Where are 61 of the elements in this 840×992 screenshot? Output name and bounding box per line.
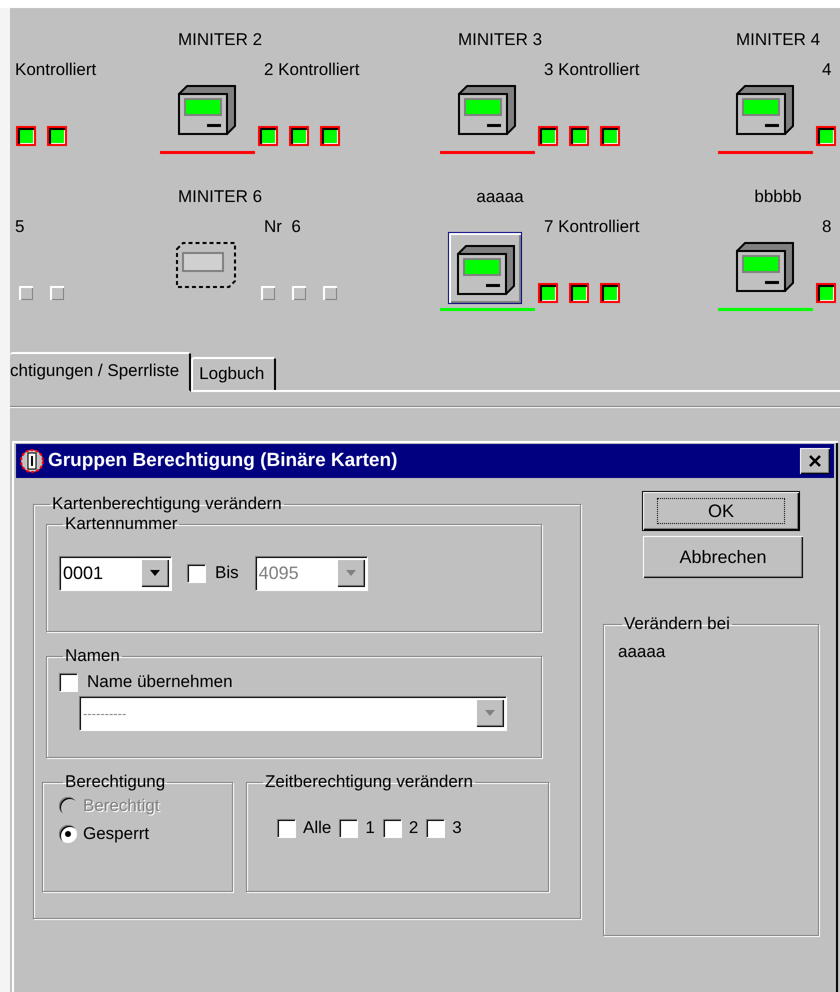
checkbox[interactable] [339, 819, 358, 837]
device-title: MINITER 3 [456, 30, 544, 50]
device-title: bbbbb [753, 187, 803, 207]
checkbox-text: 2 [408, 818, 418, 838]
terminal-icon[interactable] [733, 241, 795, 295]
checkbox[interactable] [187, 564, 205, 582]
dropdown-arrow-icon [485, 710, 495, 716]
close-icon [807, 454, 823, 468]
group-label: Namen [64, 646, 121, 666]
terminal-icon[interactable] [175, 84, 237, 138]
checkbox-label[interactable]: Bis [187, 563, 239, 583]
device-status: Nr 6 [264, 217, 301, 237]
tab[interactable]: chtigungen / Sperrliste [10, 352, 192, 392]
list-item: aaaaa [618, 642, 666, 662]
group-label: Kartenberechtigung verändern [51, 494, 283, 514]
device-status: 5 [15, 217, 24, 237]
device-title: aaaaa [475, 187, 525, 207]
checkbox-label[interactable]: Name übernehmen [59, 672, 541, 692]
device-status: 2 Kontrolliert [264, 60, 360, 80]
dropdown-arrow-icon [150, 570, 160, 576]
checkbox-label[interactable]: 1 [339, 818, 375, 838]
checkbox-label[interactable]: Alle [277, 818, 332, 838]
checkbox[interactable] [59, 673, 77, 691]
checkbox[interactable] [277, 819, 295, 837]
terminal-icon[interactable] [733, 84, 795, 138]
checkbox[interactable] [426, 819, 444, 837]
offline-terminal-icon[interactable] [175, 241, 237, 289]
checkbox-text: Bis [215, 563, 239, 583]
device-title: MINITER 4 [734, 30, 822, 50]
dialog-button[interactable]: OK [643, 492, 799, 530]
dropdown-arrow-icon [346, 570, 356, 576]
device-title: MINITER 2 [176, 30, 264, 50]
close-button[interactable] [800, 448, 830, 474]
terminal-icon[interactable] [448, 232, 522, 304]
device-status: 3 Kontrolliert [544, 60, 640, 80]
checkbox-label[interactable]: 3 [426, 818, 462, 838]
group-label: Verändern bei [623, 614, 731, 634]
tab[interactable]: Logbuch [191, 357, 276, 390]
checkbox-label[interactable]: 2 [382, 818, 418, 838]
group-label: Zeitberechtigung verändern [264, 772, 474, 792]
group-label: Kartennummer [64, 514, 178, 534]
card-number-dropdown[interactable]: 0001 [59, 556, 171, 590]
device-status: 7 Kontrolliert [544, 217, 640, 237]
dialog-title: Gruppen Berechtigung (Binäre Karten) [48, 450, 398, 472]
device-status: 8 [822, 217, 832, 237]
group-label: Berechtigung [64, 772, 166, 792]
radio-text: Gesperrt [83, 824, 150, 844]
dialog-button[interactable]: Abbrechen [643, 536, 803, 578]
checkbox-text: Alle [303, 818, 332, 838]
checkbox-text: 3 [452, 818, 462, 838]
checkbox-text: Name übernehmen [87, 672, 233, 692]
radio-button[interactable] [59, 825, 77, 843]
device-title: MINITER 6 [176, 187, 264, 207]
device-status: 4 [822, 60, 832, 80]
device-status: Kontrolliert [15, 60, 96, 80]
checkbox-text: 1 [365, 818, 375, 838]
terminal-icon[interactable] [455, 84, 517, 138]
radio-text: Berechtigt [83, 796, 160, 816]
checkbox[interactable] [382, 819, 401, 837]
app-icon [20, 449, 44, 473]
radio-option[interactable]: Gesperrt [59, 820, 232, 848]
